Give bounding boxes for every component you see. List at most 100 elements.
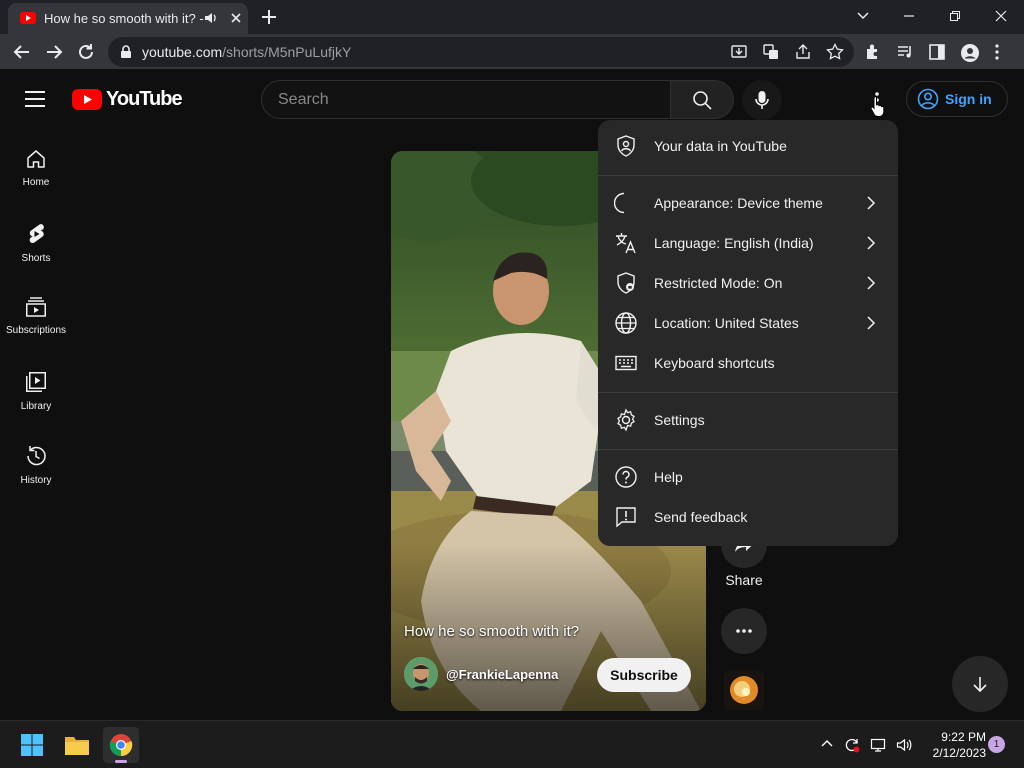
menu-item-appearance[interactable]: Appearance: Device theme bbox=[598, 183, 898, 223]
profile-avatar-icon[interactable] bbox=[960, 43, 980, 63]
sidebar-item-subscriptions[interactable]: Subscriptions bbox=[0, 275, 72, 349]
chrome-taskbar-button[interactable] bbox=[103, 727, 139, 763]
lock-icon[interactable] bbox=[120, 45, 132, 59]
file-explorer-taskbar-button[interactable] bbox=[59, 727, 95, 763]
history-icon bbox=[25, 423, 47, 467]
sidebar-item-home[interactable]: Home bbox=[0, 127, 72, 201]
translate-page-icon[interactable] bbox=[762, 43, 780, 61]
bookmark-star-icon[interactable] bbox=[826, 43, 844, 61]
more-actions-button[interactable] bbox=[721, 608, 767, 654]
search-box[interactable] bbox=[261, 80, 671, 119]
settings-dropdown-menu: Your data in YouTube Appearance: Device … bbox=[598, 120, 898, 546]
menu-item-label: Language: English (India) bbox=[654, 235, 814, 251]
shorts-icon bbox=[26, 201, 46, 245]
sidebar-item-library[interactable]: Library bbox=[0, 349, 72, 423]
clock-time: 9:22 PM bbox=[941, 730, 986, 744]
chevron-right-icon bbox=[866, 275, 876, 291]
youtube-favicon-icon bbox=[20, 12, 36, 24]
install-app-icon[interactable] bbox=[730, 43, 748, 61]
new-tab-plus-icon[interactable] bbox=[260, 8, 278, 26]
extensions-puzzle-icon[interactable] bbox=[864, 43, 882, 63]
tab-audio-icon[interactable] bbox=[204, 12, 218, 24]
search-input[interactable] bbox=[278, 89, 658, 111]
browser-toolbar: youtube.com/shorts/M5nPuLufjkY bbox=[0, 34, 1024, 70]
sidebar-item-label: Home bbox=[22, 177, 50, 188]
more-horizontal-icon bbox=[735, 628, 753, 634]
tab-close-icon[interactable] bbox=[230, 12, 242, 24]
clock-date: 2/12/2023 bbox=[932, 746, 986, 760]
start-button[interactable] bbox=[14, 727, 50, 763]
tab-search-chevron-icon[interactable] bbox=[855, 7, 871, 23]
channel-name-link[interactable]: @FrankieLapenna bbox=[446, 667, 558, 682]
feedback-icon bbox=[614, 505, 638, 529]
share-label: Share bbox=[725, 572, 763, 588]
gear-icon bbox=[614, 408, 638, 432]
sign-in-label: Sign in bbox=[945, 91, 992, 107]
menu-item-restricted-mode[interactable]: Restricted Mode: On bbox=[598, 263, 898, 303]
search-button[interactable] bbox=[670, 80, 734, 119]
windows-logo-icon bbox=[20, 733, 44, 757]
chevron-right-icon bbox=[866, 235, 876, 251]
volume-icon[interactable] bbox=[896, 737, 912, 753]
sidebar-item-history[interactable]: History bbox=[0, 423, 72, 497]
minimize-window-icon[interactable] bbox=[886, 0, 932, 32]
folder-icon bbox=[64, 734, 90, 756]
restricted-shield-icon bbox=[614, 271, 638, 295]
network-icon[interactable] bbox=[870, 737, 886, 753]
help-icon bbox=[614, 465, 638, 489]
restore-window-icon[interactable] bbox=[932, 0, 978, 32]
guide-menu-hamburger-icon[interactable] bbox=[24, 90, 46, 108]
reload-icon[interactable] bbox=[76, 42, 96, 62]
moon-icon bbox=[614, 191, 638, 215]
menu-item-location[interactable]: Location: United States bbox=[598, 303, 898, 343]
taskbar-clock[interactable]: 9:22 PM 2/12/2023 bbox=[920, 729, 986, 761]
menu-item-label: Send feedback bbox=[654, 509, 748, 525]
chrome-logo-icon bbox=[109, 733, 133, 757]
chevron-right-icon bbox=[866, 195, 876, 211]
address-bar[interactable]: youtube.com/shorts/M5nPuLufjkY bbox=[108, 37, 854, 67]
notification-badge[interactable]: 1 bbox=[988, 736, 1005, 753]
video-title[interactable]: How he so smooth with it? bbox=[404, 623, 579, 640]
next-video-button[interactable] bbox=[952, 656, 1008, 712]
sidebar-item-label: Library bbox=[20, 401, 52, 412]
library-icon bbox=[25, 349, 47, 393]
menu-divider bbox=[598, 449, 898, 450]
hand-cursor-icon bbox=[870, 95, 886, 117]
account-circle-icon bbox=[917, 88, 939, 110]
forward-arrow-icon[interactable] bbox=[44, 42, 64, 62]
voice-search-button[interactable] bbox=[742, 80, 782, 120]
menu-item-label: Help bbox=[654, 469, 683, 485]
menu-item-your-data[interactable]: Your data in YouTube bbox=[598, 126, 898, 166]
menu-item-send-feedback[interactable]: Send feedback bbox=[598, 497, 898, 537]
channel-avatar[interactable] bbox=[404, 657, 438, 691]
sidebar-item-shorts[interactable]: Shorts bbox=[0, 201, 72, 275]
sound-source-thumbnail[interactable] bbox=[724, 670, 764, 710]
microphone-icon bbox=[755, 90, 769, 110]
menu-item-help[interactable]: Help bbox=[598, 457, 898, 497]
active-app-indicator bbox=[115, 760, 127, 763]
sync-alert-icon[interactable] bbox=[844, 737, 860, 753]
browser-menu-kebab-icon[interactable] bbox=[994, 43, 1000, 63]
share-page-icon[interactable] bbox=[794, 43, 812, 61]
subscribe-button[interactable]: Subscribe bbox=[597, 658, 691, 692]
home-icon bbox=[26, 127, 46, 169]
show-hidden-icons-chevron-icon[interactable] bbox=[820, 737, 834, 753]
shield-person-icon bbox=[614, 134, 638, 158]
translate-icon bbox=[614, 231, 638, 255]
side-panel-icon[interactable] bbox=[928, 43, 946, 63]
browser-tab[interactable]: How he so smooth with it? - bbox=[8, 3, 248, 34]
browser-tab-strip: How he so smooth with it? - bbox=[0, 0, 1024, 34]
sign-in-button[interactable]: Sign in bbox=[906, 81, 1008, 117]
youtube-logo-text: YouTube bbox=[106, 88, 183, 110]
menu-item-label: Location: United States bbox=[654, 315, 799, 331]
menu-item-settings[interactable]: Settings bbox=[598, 400, 898, 440]
media-controls-icon[interactable] bbox=[896, 43, 914, 63]
menu-item-keyboard-shortcuts[interactable]: Keyboard shortcuts bbox=[598, 343, 898, 383]
sidebar-item-label: History bbox=[20, 475, 52, 486]
youtube-logo[interactable]: YouTube bbox=[72, 88, 183, 111]
menu-item-language[interactable]: Language: English (India) bbox=[598, 223, 898, 263]
system-tray bbox=[820, 737, 912, 753]
close-window-icon[interactable] bbox=[978, 0, 1024, 32]
keyboard-icon bbox=[614, 351, 638, 375]
back-arrow-icon[interactable] bbox=[12, 42, 32, 62]
